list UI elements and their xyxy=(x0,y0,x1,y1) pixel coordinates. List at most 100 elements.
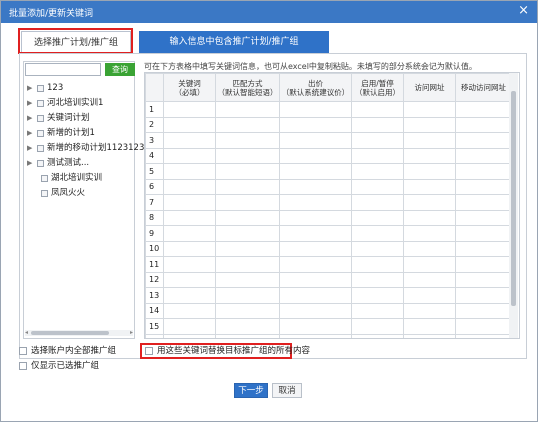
grid-cell[interactable] xyxy=(403,194,456,211)
grid-cell[interactable] xyxy=(403,256,456,273)
grid-cell[interactable] xyxy=(279,302,352,319)
tree-item[interactable]: ▶ 新增的移动计划11231231 xyxy=(25,141,150,156)
tree-item[interactable]: ▶ 关键词计划 xyxy=(25,111,135,126)
grid-cell[interactable] xyxy=(279,209,352,226)
tree-checkbox[interactable] xyxy=(37,160,44,167)
grid-cell[interactable] xyxy=(403,178,456,195)
grid-cell[interactable] xyxy=(403,333,456,338)
grid-cell[interactable] xyxy=(403,240,456,257)
scroll-left-icon[interactable]: ◂ xyxy=(25,329,28,336)
grid-cell[interactable] xyxy=(215,178,280,195)
tab-input-contains-plan-group[interactable]: 输入信息中包含推广计划/推广组 xyxy=(139,31,329,53)
grid-cell[interactable] xyxy=(163,178,216,195)
expand-arrow-icon[interactable]: ▶ xyxy=(27,141,35,156)
grid-cell[interactable] xyxy=(351,333,404,338)
grid-cell[interactable] xyxy=(455,318,512,335)
grid-cell[interactable] xyxy=(403,318,456,335)
grid-cell[interactable] xyxy=(279,147,352,164)
tree-checkbox[interactable] xyxy=(37,115,44,122)
grid-cell[interactable] xyxy=(215,256,280,273)
grid-vertical-scrollbar[interactable] xyxy=(509,73,518,338)
grid-cell[interactable] xyxy=(279,256,352,273)
grid-cell[interactable] xyxy=(215,147,280,164)
grid-cell[interactable] xyxy=(403,132,456,149)
grid-cell[interactable] xyxy=(215,318,280,335)
tree-checkbox[interactable] xyxy=(37,100,44,107)
grid-cell[interactable] xyxy=(455,194,512,211)
grid-cell[interactable] xyxy=(215,333,280,338)
tree-item[interactable]: 凤凤火火 xyxy=(25,186,135,201)
grid-cell[interactable] xyxy=(215,132,280,149)
tree-checkbox[interactable] xyxy=(41,190,48,197)
grid-cell[interactable] xyxy=(351,302,404,319)
grid-cell[interactable] xyxy=(455,178,512,195)
grid-cell[interactable] xyxy=(455,163,512,180)
grid-cell[interactable] xyxy=(163,194,216,211)
grid-cell[interactable] xyxy=(215,116,280,133)
tree-horizontal-scrollbar[interactable]: ◂ ▸ xyxy=(25,329,133,336)
grid-cell[interactable] xyxy=(403,163,456,180)
tree-checkbox[interactable] xyxy=(37,145,44,152)
grid-cell[interactable] xyxy=(455,225,512,242)
tree-item[interactable]: ▶ 新增的计划1 xyxy=(25,126,135,141)
grid-cell[interactable] xyxy=(351,256,404,273)
grid-cell[interactable] xyxy=(403,271,456,288)
grid-cell[interactable] xyxy=(279,163,352,180)
close-icon[interactable]: × xyxy=(518,4,529,18)
grid-cell[interactable] xyxy=(163,318,216,335)
tree-item[interactable]: ▶ 测试测试... xyxy=(25,156,135,171)
grid-cell[interactable] xyxy=(351,225,404,242)
grid-cell[interactable] xyxy=(455,287,512,304)
grid-cell[interactable] xyxy=(351,209,404,226)
grid-cell[interactable] xyxy=(279,116,352,133)
grid-cell[interactable] xyxy=(279,271,352,288)
grid-cell[interactable] xyxy=(351,240,404,257)
grid-cell[interactable] xyxy=(215,209,280,226)
grid-cell[interactable] xyxy=(455,302,512,319)
grid-cell[interactable] xyxy=(403,209,456,226)
tree-checkbox[interactable] xyxy=(41,175,48,182)
grid-cell[interactable] xyxy=(455,132,512,149)
grid-cell[interactable] xyxy=(279,225,352,242)
expand-arrow-icon[interactable]: ▶ xyxy=(27,96,35,111)
scrollbar-thumb[interactable] xyxy=(511,91,516,306)
grid-cell[interactable] xyxy=(455,271,512,288)
tree-checkbox[interactable] xyxy=(37,130,44,137)
grid-cell[interactable] xyxy=(455,147,512,164)
grid-cell[interactable] xyxy=(215,163,280,180)
tree-search-button[interactable]: 查询 xyxy=(105,63,135,76)
grid-cell[interactable] xyxy=(163,132,216,149)
cancel-button[interactable]: 取消 xyxy=(272,383,302,398)
grid-cell[interactable] xyxy=(163,225,216,242)
grid-cell[interactable] xyxy=(279,101,352,118)
replace-content-checkbox[interactable] xyxy=(145,347,153,355)
grid-cell[interactable] xyxy=(351,116,404,133)
grid-cell[interactable] xyxy=(279,178,352,195)
grid-cell[interactable] xyxy=(403,225,456,242)
tree-item[interactable]: 湖北培训实训 xyxy=(25,171,135,186)
show-selected-only-checkbox[interactable] xyxy=(19,362,27,370)
grid-cell[interactable] xyxy=(163,256,216,273)
grid-cell[interactable] xyxy=(163,287,216,304)
grid-cell[interactable] xyxy=(403,116,456,133)
grid-cell[interactable] xyxy=(403,302,456,319)
grid-cell[interactable] xyxy=(455,333,512,338)
grid-cell[interactable] xyxy=(455,209,512,226)
grid-cell[interactable] xyxy=(279,287,352,304)
grid-cell[interactable] xyxy=(215,287,280,304)
grid-cell[interactable] xyxy=(215,240,280,257)
grid-cell[interactable] xyxy=(215,302,280,319)
grid-cell[interactable] xyxy=(455,101,512,118)
grid-cell[interactable] xyxy=(351,178,404,195)
grid-cell[interactable] xyxy=(163,116,216,133)
grid-cell[interactable] xyxy=(403,101,456,118)
grid-cell[interactable] xyxy=(403,147,456,164)
grid-cell[interactable] xyxy=(351,318,404,335)
grid-cell[interactable] xyxy=(163,333,216,338)
grid-cell[interactable] xyxy=(163,209,216,226)
expand-arrow-icon[interactable]: ▶ xyxy=(27,81,35,96)
grid-cell[interactable] xyxy=(279,333,352,338)
grid-cell[interactable] xyxy=(215,194,280,211)
tree-checkbox[interactable] xyxy=(37,85,44,92)
grid-cell[interactable] xyxy=(163,147,216,164)
